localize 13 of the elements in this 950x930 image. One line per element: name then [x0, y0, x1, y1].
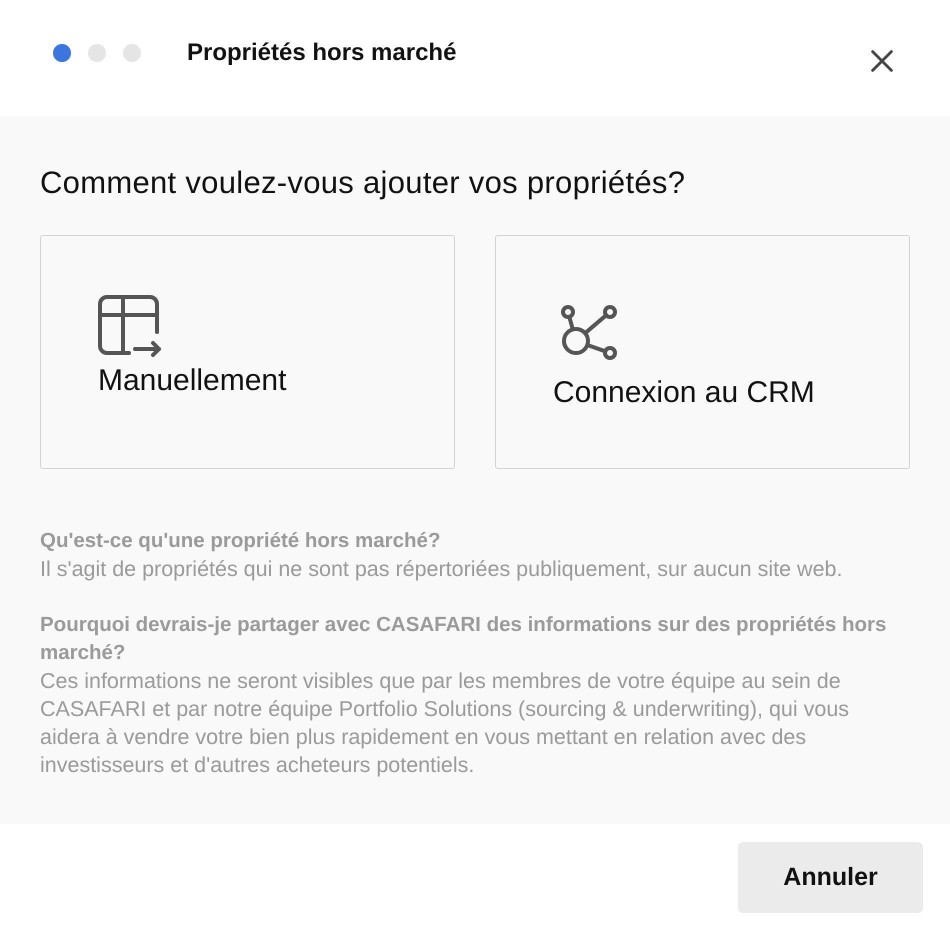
faq-answer: Il s'agit de propriétés qui ne sont pas répertoriées publiquement, sur aucun site web.: [40, 556, 844, 583]
close-icon: [871, 50, 893, 72]
faq-question: Pourquoi devrais-je partager avec CASAFARI des informations sur des propriétés hors marché?: [40, 612, 888, 666]
table-arrow-icon: [98, 295, 162, 357]
option-card[interactable]: Connexion au CRM: [495, 235, 910, 469]
cancel-button[interactable]: Annuler: [738, 842, 923, 913]
dialog-title: Propriétés hors marché: [187, 38, 456, 68]
faq-answer: Ces informations ne seront visibles que par les membres de votre équipe au sein de CASAFARI et par notre équipe Portfolio Solutions (sourcing & underwriting), qui vous aidera à vendre votre bien plus rapidement en vous mettant en relation avec des investisseurs et d'autres acheteurs potentiels.: [40, 668, 850, 779]
option-card[interactable]: Manuellement: [40, 235, 455, 469]
faq-question: Qu'est-ce qu'une propriété hors marché?: [40, 528, 442, 554]
connected-nodes-icon: [558, 303, 618, 361]
question-heading: Comment voulez-vous ajouter vos propriétés?: [40, 165, 686, 201]
close-button[interactable]: [871, 50, 893, 72]
